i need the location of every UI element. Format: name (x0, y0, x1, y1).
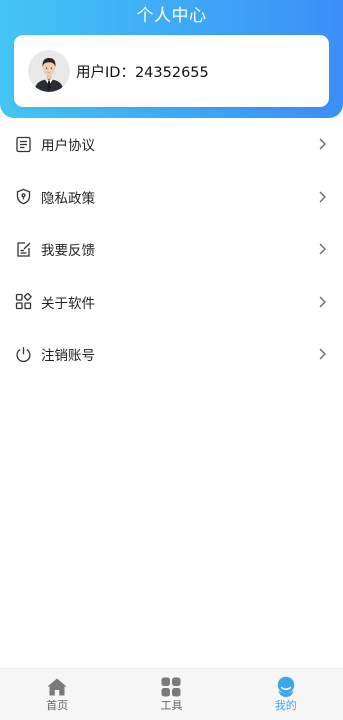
personal-center-page: 个人中心 用户ID：24352655 用户协议 隐私政策 我要反馈 关于软件 注… (0, 0, 343, 720)
chevron-right-icon (319, 138, 326, 150)
menu-item-delete-account[interactable]: 注销账号 (0, 328, 343, 381)
tab-tools[interactable]: 工具 (114, 669, 228, 720)
page-title: 个人中心 (136, 6, 207, 26)
shield-icon (14, 188, 32, 206)
document-icon (14, 135, 32, 153)
header: 个人中心 用户ID：24352655 (0, 0, 343, 118)
profile-card[interactable]: 用户ID：24352655 (14, 35, 329, 107)
apps-icon (14, 293, 32, 311)
tab-home[interactable]: 首页 (0, 669, 114, 720)
user-id-text: 用户ID：24352655 (76, 64, 209, 81)
menu-item-user-agreement[interactable]: 用户协议 (0, 118, 343, 171)
chevron-right-icon (319, 348, 326, 360)
avatar[interactable] (28, 50, 70, 92)
tab-label: 我的 (274, 699, 297, 712)
edit-icon (14, 240, 32, 258)
menu-item-privacy-policy[interactable]: 隐私政策 (0, 171, 343, 224)
menu-item-label: 我要反馈 (41, 243, 95, 260)
chevron-right-icon (319, 243, 326, 255)
menu-item-about-software[interactable]: 关于软件 (0, 276, 343, 329)
tab-label: 首页 (46, 699, 69, 712)
bottom-tab-bar: 首页 工具 我的 (0, 668, 343, 720)
menu-item-label: 用户协议 (41, 138, 95, 155)
chevron-right-icon (319, 296, 326, 308)
menu-item-feedback[interactable]: 我要反馈 (0, 223, 343, 276)
tab-label: 工具 (160, 699, 183, 712)
menu-item-label: 隐私政策 (41, 190, 95, 207)
tab-mine[interactable]: 我的 (229, 669, 343, 720)
home-icon (46, 676, 68, 698)
grid-icon (160, 676, 182, 698)
businessman-avatar-icon (28, 50, 70, 92)
power-icon (14, 345, 32, 363)
chevron-right-icon (319, 191, 326, 203)
menu-item-label: 关于软件 (41, 295, 95, 312)
settings-menu: 用户协议 隐私政策 我要反馈 关于软件 注销账号 (0, 118, 343, 381)
menu-item-label: 注销账号 (41, 348, 95, 365)
user-icon (275, 676, 297, 698)
